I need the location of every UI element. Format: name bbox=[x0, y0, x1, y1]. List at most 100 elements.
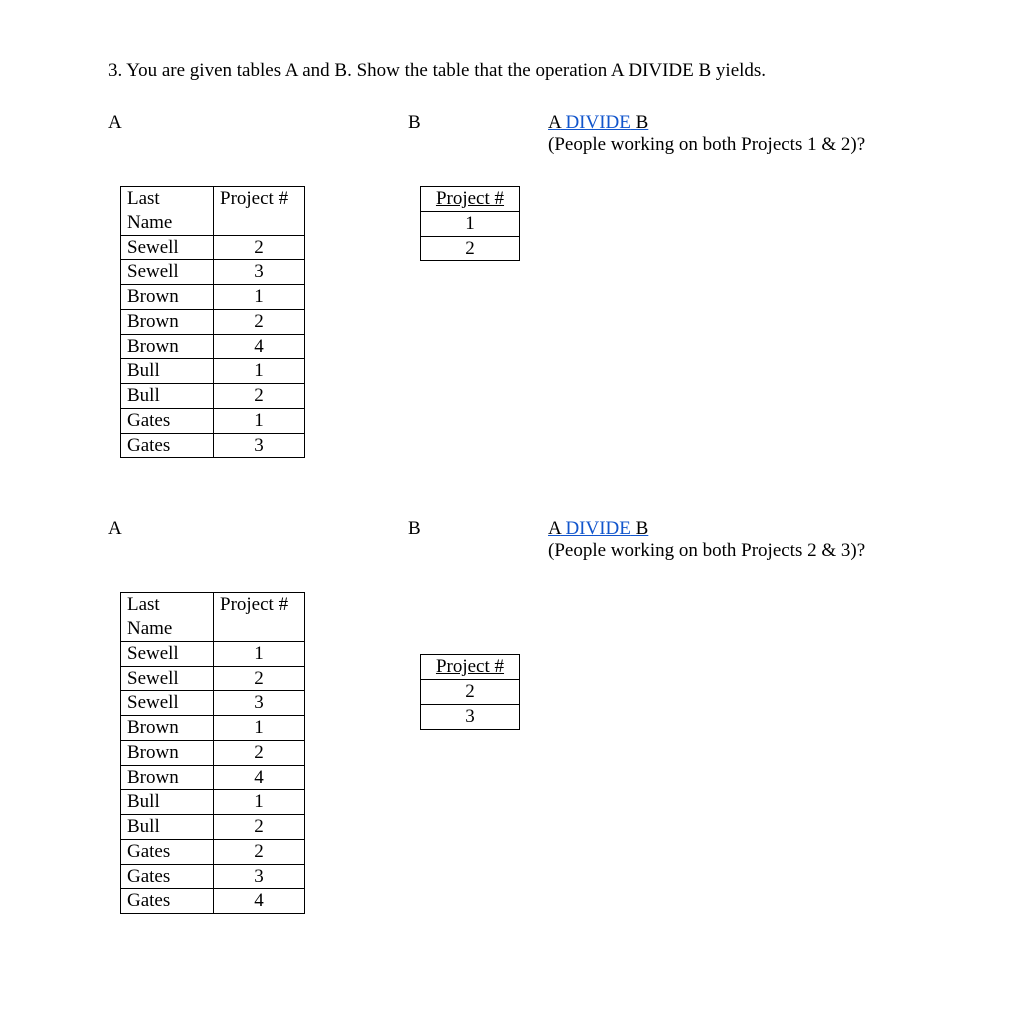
table-row: 3 bbox=[421, 704, 520, 729]
cell-name: Brown bbox=[121, 716, 214, 741]
table-row: Bull1 bbox=[121, 359, 305, 384]
label-a: A bbox=[108, 112, 408, 156]
label-a-2: A bbox=[108, 518, 408, 562]
adivb-a-2: A bbox=[548, 518, 561, 539]
table-row: Gates3 bbox=[121, 864, 305, 889]
table-row: Bull2 bbox=[121, 384, 305, 409]
cell-name: Gates bbox=[121, 839, 214, 864]
cell-name: Sewell bbox=[121, 666, 214, 691]
adivb-a: A bbox=[548, 112, 561, 133]
cell-name: Gates bbox=[121, 433, 214, 458]
cell-name: Bull bbox=[121, 384, 214, 409]
table-b-1-header: Project # bbox=[421, 187, 520, 212]
cell-project: 2 bbox=[214, 815, 305, 840]
cell-project: 4 bbox=[214, 889, 305, 914]
table-row: Sewell3 bbox=[121, 691, 305, 716]
cell-project: 2 bbox=[214, 309, 305, 334]
cell-name: Bull bbox=[121, 790, 214, 815]
section-2-tables: Last Name Project # Sewell1Sewell2Sewell… bbox=[108, 592, 924, 914]
label-b-2: B bbox=[408, 518, 548, 562]
cell-name: Gates bbox=[121, 864, 214, 889]
page: 3. You are given tables A and B. Show th… bbox=[0, 0, 1024, 1034]
cell-name: Brown bbox=[121, 740, 214, 765]
section-2-subnote: (People working on both Projects 2 & 3)? bbox=[548, 540, 865, 561]
cell-project: 3 bbox=[214, 864, 305, 889]
cell-project: 1 bbox=[214, 790, 305, 815]
table-row: Bull2 bbox=[121, 815, 305, 840]
table-row: Gates4 bbox=[121, 889, 305, 914]
adivb-divide-2: DIVIDE bbox=[561, 518, 631, 539]
table-row: Gates1 bbox=[121, 408, 305, 433]
table-row: 2 bbox=[421, 236, 520, 261]
table-b-1: Project # 12 bbox=[420, 186, 520, 261]
adivb-b: B bbox=[631, 112, 648, 133]
table-row: Sewell2 bbox=[121, 235, 305, 260]
a-divide-b-link-2: A DIVIDE B bbox=[548, 518, 648, 539]
table-row: Brown2 bbox=[121, 309, 305, 334]
table-a-1-body: Sewell2Sewell3Brown1Brown2Brown4Bull1Bul… bbox=[121, 235, 305, 458]
table-row: Brown2 bbox=[121, 740, 305, 765]
section-2: A B A DIVIDE B (People working on both P… bbox=[108, 518, 924, 914]
section-1-subnote: (People working on both Projects 1 & 2)? bbox=[548, 134, 865, 155]
cell-project: 3 bbox=[214, 691, 305, 716]
table-row: Project # bbox=[421, 187, 520, 212]
table-row: Gates2 bbox=[121, 839, 305, 864]
table-row: Brown4 bbox=[121, 765, 305, 790]
cell-project: 2 bbox=[214, 740, 305, 765]
table-a-1-header-name: Last Name bbox=[121, 187, 214, 236]
section-1-tables: Last Name Project # Sewell2Sewell3Brown1… bbox=[108, 186, 924, 458]
table-b-1-body: 12 bbox=[421, 211, 520, 261]
table-row: Sewell2 bbox=[121, 666, 305, 691]
table-row: Project # bbox=[421, 655, 520, 680]
cell-project: 3 bbox=[214, 260, 305, 285]
table-a-2: Last Name Project # Sewell1Sewell2Sewell… bbox=[120, 592, 305, 914]
table-b-2: Project # 23 bbox=[420, 654, 520, 729]
cell-project: 2 bbox=[214, 666, 305, 691]
cell-name: Sewell bbox=[121, 260, 214, 285]
cell-project: 2 bbox=[214, 384, 305, 409]
cell-project: 2 bbox=[421, 680, 520, 705]
adivb-divide: DIVIDE bbox=[561, 112, 631, 133]
section-1-labels: A B A DIVIDE B (People working on both P… bbox=[108, 112, 924, 156]
table-row: Last Name Project # bbox=[121, 593, 305, 642]
table-row: Gates3 bbox=[121, 433, 305, 458]
table-b-2-header: Project # bbox=[421, 655, 520, 680]
table-a-2-body: Sewell1Sewell2Sewell3Brown1Brown2Brown4B… bbox=[121, 641, 305, 913]
table-row: Brown1 bbox=[121, 285, 305, 310]
cell-project: 1 bbox=[421, 211, 520, 236]
cell-name: Gates bbox=[121, 408, 214, 433]
cell-name: Brown bbox=[121, 285, 214, 310]
cell-name: Brown bbox=[121, 334, 214, 359]
cell-project: 3 bbox=[421, 704, 520, 729]
cell-name: Bull bbox=[121, 359, 214, 384]
label-a-divide-b: A DIVIDE B (People working on both Proje… bbox=[548, 112, 924, 156]
section-2-labels: A B A DIVIDE B (People working on both P… bbox=[108, 518, 924, 562]
table-row: Bull1 bbox=[121, 790, 305, 815]
table-row: 2 bbox=[421, 680, 520, 705]
cell-name: Bull bbox=[121, 815, 214, 840]
label-b: B bbox=[408, 112, 548, 156]
table-row: Sewell3 bbox=[121, 260, 305, 285]
cell-project: 2 bbox=[214, 235, 305, 260]
table-row: Last Name Project # bbox=[121, 187, 305, 236]
label-a-divide-b-2: A DIVIDE B (People working on both Proje… bbox=[548, 518, 924, 562]
cell-name: Gates bbox=[121, 889, 214, 914]
table-a-2-header-project: Project # bbox=[214, 593, 305, 642]
section-1: A B A DIVIDE B (People working on both P… bbox=[108, 112, 924, 458]
cell-project: 1 bbox=[214, 716, 305, 741]
cell-project: 1 bbox=[214, 359, 305, 384]
cell-name: Sewell bbox=[121, 641, 214, 666]
table-a-2-header-name: Last Name bbox=[121, 593, 214, 642]
adivb-b-2: B bbox=[631, 518, 648, 539]
cell-project: 1 bbox=[214, 641, 305, 666]
table-b-2-body: 23 bbox=[421, 680, 520, 730]
cell-project: 1 bbox=[214, 408, 305, 433]
cell-project: 2 bbox=[214, 839, 305, 864]
question-text: 3. You are given tables A and B. Show th… bbox=[108, 60, 924, 82]
table-row: Brown4 bbox=[121, 334, 305, 359]
table-a-1-header-project: Project # bbox=[214, 187, 305, 236]
cell-name: Brown bbox=[121, 765, 214, 790]
cell-project: 4 bbox=[214, 334, 305, 359]
cell-name: Sewell bbox=[121, 235, 214, 260]
table-row: 1 bbox=[421, 211, 520, 236]
